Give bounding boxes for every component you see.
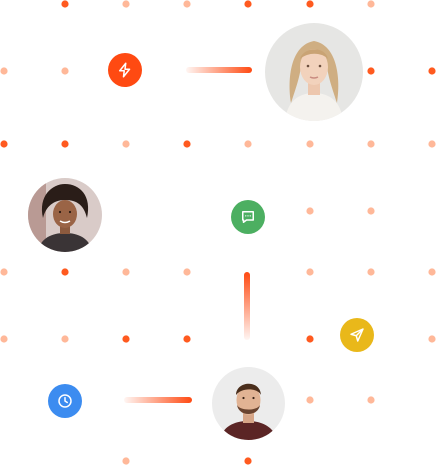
grid-dot <box>0 67 8 75</box>
grid-dot <box>244 140 252 148</box>
grid-dot <box>306 140 314 148</box>
grid-dot <box>244 0 252 8</box>
grid-dot <box>122 268 130 276</box>
grid-dot <box>306 396 314 404</box>
grid-dot <box>0 268 8 276</box>
avatar-woman-curly-image <box>28 178 102 252</box>
grid-dot <box>428 67 436 75</box>
connector-line-bottom <box>124 397 192 403</box>
grid-dot <box>367 67 375 75</box>
grid-dot <box>428 268 436 276</box>
grid-dot <box>183 0 191 8</box>
grid-dot <box>428 140 436 148</box>
grid-dot <box>306 268 314 276</box>
avatar-man-beard-image <box>212 367 285 440</box>
grid-dot <box>61 140 69 148</box>
grid-dot <box>183 335 191 343</box>
grid-dot <box>183 140 191 148</box>
grid-dot <box>122 140 130 148</box>
grid-dot <box>244 457 252 465</box>
grid-dot <box>306 207 314 215</box>
lightning-badge[interactable] <box>108 53 142 87</box>
grid-dot <box>61 0 69 8</box>
grid-dot <box>61 268 69 276</box>
grid-dot <box>0 335 8 343</box>
grid-dot <box>306 0 314 8</box>
avatar-woman-curly[interactable] <box>28 178 102 252</box>
avatar-woman-blonde[interactable] <box>265 23 363 121</box>
grid-dot <box>367 396 375 404</box>
grid-dot <box>306 335 314 343</box>
grid-dot <box>61 335 69 343</box>
grid-dot <box>367 0 375 8</box>
send-icon <box>350 328 364 342</box>
clock-badge[interactable] <box>48 384 82 418</box>
grid-dot <box>122 335 130 343</box>
grid-dot <box>367 207 375 215</box>
connector-line-middle <box>244 272 250 340</box>
avatar-man-beard[interactable] <box>212 367 285 440</box>
clock-icon <box>58 394 72 408</box>
chat-badge[interactable] <box>231 200 265 234</box>
grid-dot <box>183 268 191 276</box>
grid-dot <box>428 335 436 343</box>
lightning-icon <box>119 62 131 78</box>
grid-dot <box>367 268 375 276</box>
grid-dot <box>61 67 69 75</box>
grid-dot <box>122 457 130 465</box>
avatar-woman-blonde-image <box>265 23 363 121</box>
grid-dot <box>122 0 130 8</box>
chat-icon <box>242 211 254 223</box>
grid-dot <box>367 140 375 148</box>
send-badge[interactable] <box>340 318 374 352</box>
connector-line-top <box>186 67 252 73</box>
grid-dot <box>0 140 8 148</box>
